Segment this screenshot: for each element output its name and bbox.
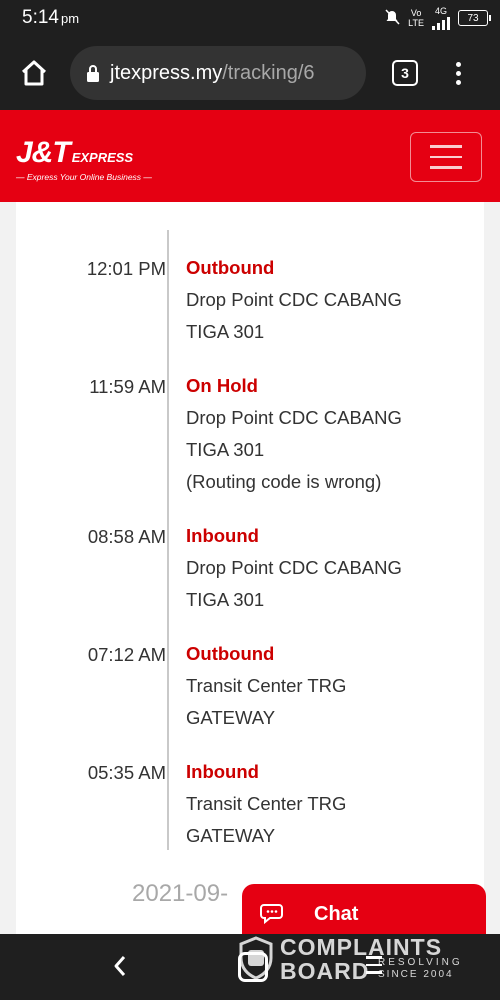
jt-express-logo[interactable]: J&T EXPRESS — Express Your Online Busine… (16, 136, 152, 182)
watermark-line2: BOARD (280, 958, 370, 984)
browser-toolbar: jtexpress.my/tracking/6 3 (0, 36, 500, 110)
event-time: 11:59 AM (89, 376, 166, 397)
mute-icon (384, 8, 400, 28)
logo-main-text: J&T (16, 136, 71, 169)
watermark-logo-icon (239, 936, 273, 980)
event-location-line: Drop Point CDC CABANG (186, 557, 402, 578)
event-status: Inbound (186, 761, 259, 782)
event-location-line: Transit Center TRG (186, 675, 347, 696)
event-status: Outbound (186, 257, 275, 278)
network-indicator: Vo LTE (408, 8, 424, 28)
watermark-small1: RESOLVING (378, 957, 463, 968)
address-bar[interactable]: jtexpress.my/tracking/6 (70, 46, 366, 100)
event-status: Outbound (186, 643, 275, 664)
timeline-line (167, 230, 169, 850)
event-location-line: GATEWAY (186, 825, 276, 846)
back-icon[interactable] (112, 954, 128, 983)
status-icons: Vo LTE 4G 73 (384, 6, 491, 30)
tracking-date-header: 2021-09- (132, 880, 229, 907)
url-host: jtexpress.my (110, 61, 223, 84)
event-location-line: GATEWAY (186, 707, 276, 728)
signal-icon (432, 16, 450, 30)
status-bar: 5:14 pm Vo LTE 4G 73 (0, 0, 500, 36)
event-location-line: TIGA 301 (186, 321, 265, 342)
tab-switcher-button[interactable]: 3 (392, 60, 418, 86)
home-icon (21, 60, 47, 86)
home-button[interactable] (14, 53, 54, 93)
event-location-line: Drop Point CDC CABANG (186, 289, 402, 310)
site-header: J&T EXPRESS — Express Your Online Busine… (0, 110, 500, 202)
event-location-line: Drop Point CDC CABANG (186, 407, 402, 428)
hamburger-icon[interactable] (410, 132, 482, 182)
logo-tagline: — Express Your Online Business — (16, 172, 152, 182)
event-status: Inbound (186, 525, 259, 546)
event-location-line: Transit Center TRG (186, 793, 347, 814)
event-time: 08:58 AM (87, 526, 166, 547)
event-location-line: TIGA 301 (186, 439, 265, 460)
chat-bubble-icon (260, 904, 283, 925)
url-path: /tracking/6 (222, 61, 315, 84)
complaints-board-watermark: COMPLAINTS BOARD RESOLVING SINCE 2004 (238, 934, 500, 1000)
battery-icon: 73 (458, 10, 491, 26)
event-location-line: TIGA 301 (186, 589, 265, 610)
event-status: On Hold (186, 375, 258, 396)
event-time: 12:01 PM (86, 258, 166, 279)
battery-level: 73 (467, 12, 479, 24)
lock-icon (87, 65, 99, 82)
more-vert-icon[interactable] (448, 61, 468, 85)
event-note: (Routing code is wrong) (186, 471, 382, 492)
event-time: 07:12 AM (87, 644, 166, 665)
status-time: 5:14 pm (22, 7, 80, 28)
tracking-card: 12:01 PM Outbound Drop Point CDC CABANG … (16, 202, 484, 942)
chat-label: Chat (314, 902, 359, 925)
watermark-small2: SINCE 2004 (378, 969, 454, 980)
signal-indicator: 4G (432, 6, 450, 30)
event-time: 05:35 AM (87, 762, 166, 783)
logo-express-text: EXPRESS (71, 150, 134, 165)
